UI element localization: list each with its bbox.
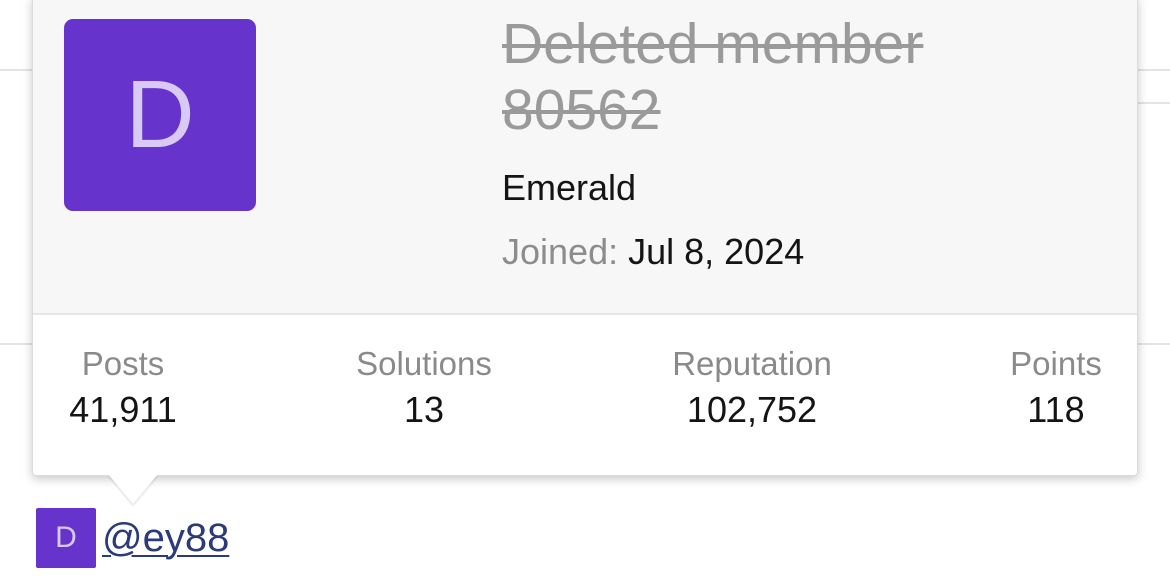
username: Deleted member 80562: [502, 12, 924, 142]
tooltip-header: D Deleted member 80562 Emerald Joined: J…: [33, 0, 1137, 315]
member-stats: Posts 41,911 Solutions 13 Reputation 102…: [33, 315, 1137, 475]
stat-value: 102,752: [686, 389, 818, 430]
stat-points: Points 118: [1010, 344, 1102, 436]
stat-value: 41,911: [69, 389, 177, 430]
stat-label: Posts: [81, 345, 165, 382]
mention-link[interactable]: @ey88: [102, 516, 229, 561]
joined-value: Jul 8, 2024: [628, 231, 805, 272]
joined-date: Joined: Jul 8, 2024: [502, 231, 804, 273]
stat-value: 13: [403, 389, 445, 430]
stat-label: Points: [1010, 345, 1102, 382]
stat-posts: Posts 41,911: [69, 344, 176, 436]
stat-label: Solutions: [356, 345, 492, 382]
user-title: Emerald: [502, 167, 637, 208]
user-mention: D @ey88: [36, 508, 229, 568]
tooltip-arrow: [108, 474, 158, 504]
avatar[interactable]: D: [64, 19, 256, 211]
mention-avatar[interactable]: D: [36, 508, 96, 568]
stat-value: 118: [1027, 389, 1085, 430]
stat-label: Reputation: [672, 345, 832, 382]
stat-reputation: Reputation 102,752: [672, 344, 832, 436]
joined-label: Joined:: [502, 231, 619, 272]
stat-solutions: Solutions 13: [356, 344, 492, 436]
member-tooltip: D Deleted member 80562 Emerald Joined: J…: [32, 0, 1138, 476]
